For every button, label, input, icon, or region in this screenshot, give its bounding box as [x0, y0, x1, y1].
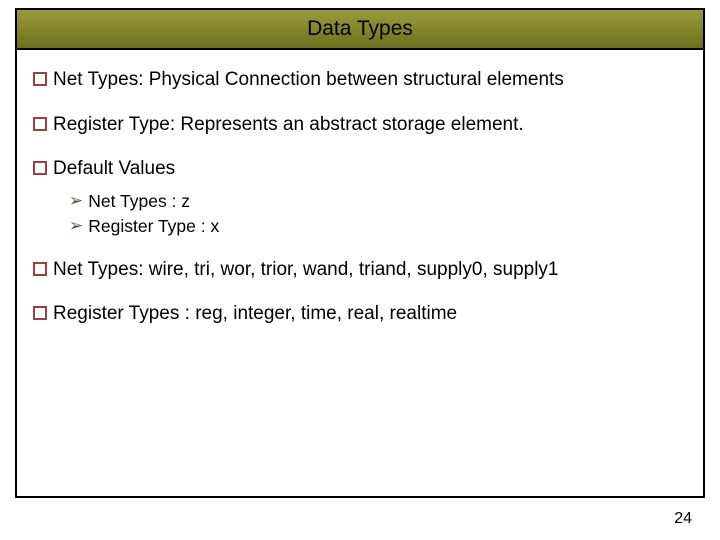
slide-title: Data Types — [307, 17, 413, 41]
sub-bullet-item: ➢ Net Types : z — [69, 190, 687, 213]
square-bullet-icon — [33, 262, 47, 276]
square-bullet-icon — [33, 161, 47, 175]
bullet-item: Default Values — [33, 157, 687, 182]
sub-bullet-text: Register Type : x — [88, 215, 219, 238]
arrow-bullet-icon: ➢ — [69, 191, 83, 211]
bullet-text: Register Types : reg, integer, time, rea… — [53, 302, 457, 327]
square-bullet-icon — [33, 306, 47, 320]
slide-content: Net Types: Physical Connection between s… — [17, 50, 703, 357]
bullet-text: Net Types: wire, tri, wor, trior, wand, … — [53, 258, 559, 283]
sub-bullet-item: ➢ Register Type : x — [69, 215, 687, 238]
slide-frame: Data Types Net Types: Physical Connectio… — [15, 8, 705, 498]
bullet-text: Default Values — [53, 157, 175, 182]
bullet-item: Register Type: Represents an abstract st… — [33, 113, 687, 138]
bullet-text: Net Types: Physical Connection between s… — [53, 68, 564, 93]
sub-bullet-text: Net Types : z — [88, 190, 190, 213]
bullet-text: Register Type: Represents an abstract st… — [53, 113, 524, 138]
bullet-item: Net Types: wire, tri, wor, trior, wand, … — [33, 258, 687, 283]
page-number: 24 — [674, 510, 692, 528]
bullet-item: Register Types : reg, integer, time, rea… — [33, 302, 687, 327]
sub-bullet-list: ➢ Net Types : z ➢ Register Type : x — [69, 190, 687, 238]
bullet-item: Net Types: Physical Connection between s… — [33, 68, 687, 93]
square-bullet-icon — [33, 117, 47, 131]
square-bullet-icon — [33, 72, 47, 86]
title-bar: Data Types — [17, 10, 703, 50]
arrow-bullet-icon: ➢ — [69, 216, 83, 236]
